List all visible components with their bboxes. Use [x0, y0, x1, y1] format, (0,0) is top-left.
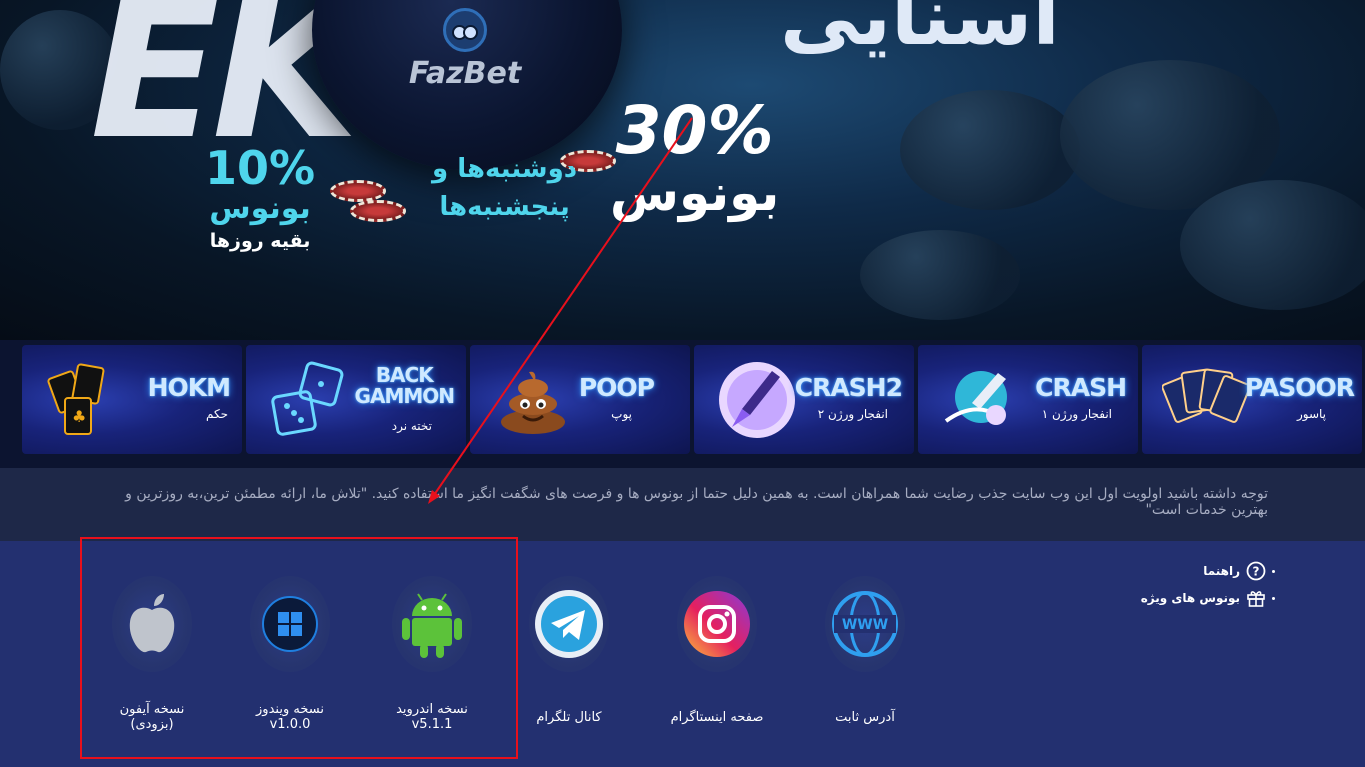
game-title-fa: انفجار ورژن ۱ — [1041, 407, 1112, 421]
game-title-en: POOP — [578, 373, 655, 402]
instagram-label: صفحه اینستاگرام — [670, 710, 764, 725]
notice-text: توجه داشته باشید اولویت اول این وب سایت … — [125, 486, 1268, 518]
bullet-dot — [1272, 569, 1275, 573]
rocket-icon — [712, 357, 802, 443]
game-title-en: CRASH — [1035, 373, 1127, 402]
bonus-days-line2: پنجشنبه‌ها — [439, 192, 570, 222]
gift-icon — [1247, 591, 1265, 607]
globe-www-icon: WWW — [825, 576, 905, 672]
bonus-30-percent: 30% — [615, 92, 774, 169]
telegram-channel-link[interactable]: کانال تلگرام — [484, 576, 654, 726]
svg-text:♣: ♣ — [72, 407, 86, 426]
game-title-fa: تخته نرد — [391, 419, 432, 433]
game-tile-backgammon[interactable]: BACK GAMMON تخته نرد — [246, 345, 466, 454]
game-title-en: PASOOR — [1244, 373, 1355, 402]
bonus-30-label: بونوس — [610, 164, 780, 222]
bonus-30-block: 30% بونوس — [610, 92, 780, 223]
address-label: آدرس ثابت — [835, 710, 895, 725]
page: EK اسنایی FazBet 30% بونوس دوشنبه‌ها و پ… — [0, 0, 1365, 767]
bonus-10-percent: 10% — [205, 141, 316, 195]
bonus-days: دوشنبه‌ها و پنجشنبه‌ها — [432, 150, 577, 226]
game-title-fa: انفجار ورژن ۲ — [817, 407, 888, 421]
game-tile-hokm[interactable]: ♣ HOKM حکم — [22, 345, 242, 454]
game-title-en: BACK GAMMON — [354, 363, 455, 408]
apple-icon — [112, 576, 192, 672]
windows-icon — [250, 576, 330, 672]
game-tile-pasoor[interactable]: PASOOR پاسور — [1142, 345, 1362, 454]
bonus-10-sub: بقیه روزها — [209, 230, 311, 252]
game-title-en: CRASH2 — [794, 373, 903, 402]
bonus-10-block: 10% بونوس بقیه روزها — [205, 145, 315, 255]
game-title-en: HOKM — [147, 373, 231, 402]
instagram-page-link[interactable]: صفحه اینستاگرام — [632, 576, 802, 726]
rock-decoration — [1180, 180, 1365, 310]
bullet-dot — [1272, 596, 1275, 600]
fixed-address-link[interactable]: WWW آدرس ثابت — [780, 576, 950, 726]
special-bonuses-label: بونوس های ویژه — [1140, 591, 1240, 605]
rock-decoration — [860, 230, 1020, 320]
notice-bar: توجه داشته باشید اولویت اول این وب سایت … — [0, 468, 1365, 541]
hero-banner[interactable]: EK اسنایی FazBet 30% بونوس دوشنبه‌ها و پ… — [0, 0, 1365, 340]
brand-name: FazBet — [408, 56, 522, 91]
bonus-10-label: بونوس — [209, 191, 311, 226]
game-title-fa: پوپ — [611, 407, 632, 421]
special-bonuses-link[interactable]: بونوس های ویژه — [1141, 588, 1275, 608]
telegram-icon — [529, 576, 609, 672]
chip-decoration — [330, 180, 386, 202]
game-title-fa: حکم — [205, 407, 228, 421]
bonus-days-line1: دوشنبه‌ها و — [432, 154, 578, 184]
cards-icon — [1160, 357, 1250, 443]
android-icon — [392, 576, 472, 672]
mascot-icon — [443, 8, 487, 52]
games-strip: ♣ HOKM حکم BACK GAMMON تخته نرد POOP پوپ… — [0, 340, 1365, 468]
rocket-icon — [936, 357, 1026, 443]
brand-logo: FazBet — [405, 8, 525, 91]
svg-text:WWW: WWW — [842, 617, 888, 633]
guide-link[interactable]: ? راهنما — [1141, 561, 1275, 581]
instagram-icon — [677, 576, 757, 672]
poop-icon — [488, 357, 578, 443]
side-links: ? راهنما بونوس های ویژه — [1141, 561, 1275, 615]
game-tile-crash[interactable]: CRASH انفجار ورژن ۱ — [918, 345, 1138, 454]
game-tile-crash2[interactable]: CRASH2 انفجار ورژن ۲ — [694, 345, 914, 454]
game-title-fa: پاسور — [1296, 407, 1326, 421]
hero-big-text-right: اسنایی — [780, 0, 1060, 63]
guide-label: راهنما — [1203, 564, 1240, 578]
svg-text:?: ? — [1253, 565, 1260, 579]
dice-icon — [264, 357, 354, 443]
rock-decoration — [900, 90, 1080, 210]
cards-icon: ♣ — [40, 357, 130, 443]
game-tile-poop[interactable]: POOP پوپ — [470, 345, 690, 454]
chip-decoration — [350, 200, 406, 222]
question-circle-icon: ? — [1246, 561, 1266, 581]
telegram-label: کانال تلگرام — [536, 710, 602, 725]
